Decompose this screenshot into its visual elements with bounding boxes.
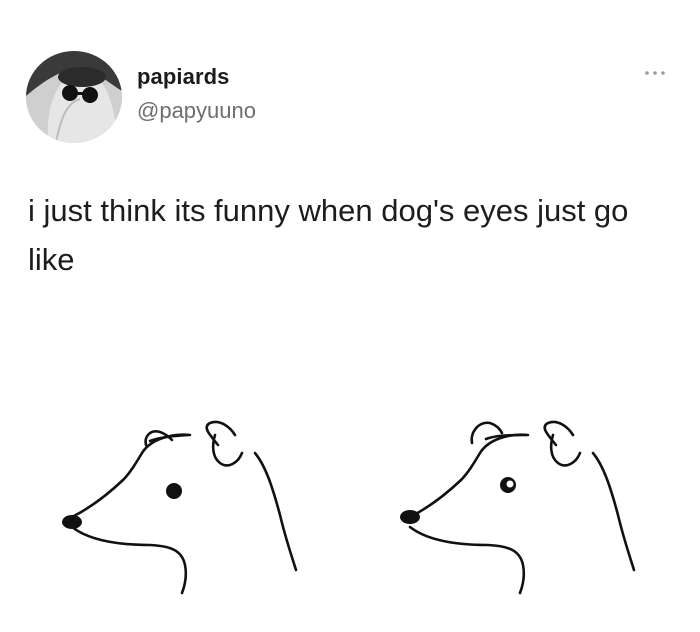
tweet-media[interactable] <box>50 405 650 605</box>
tweet-card: papiards @papyuuno i just think its funn… <box>0 0 700 632</box>
dog-drawings-image <box>62 420 636 595</box>
tweet-text: i just think its funny when dog's eyes j… <box>28 193 629 277</box>
dog-head-solid-eye-icon <box>70 420 298 595</box>
more-horizontal-icon[interactable] <box>642 66 670 80</box>
avatar[interactable] <box>26 51 122 143</box>
author-display-name[interactable]: papiards <box>137 64 230 90</box>
dog-head-ring-eye-icon <box>408 420 636 595</box>
ghost-avatar-icon <box>26 51 122 143</box>
author-handle[interactable]: @papyuuno <box>137 98 256 124</box>
